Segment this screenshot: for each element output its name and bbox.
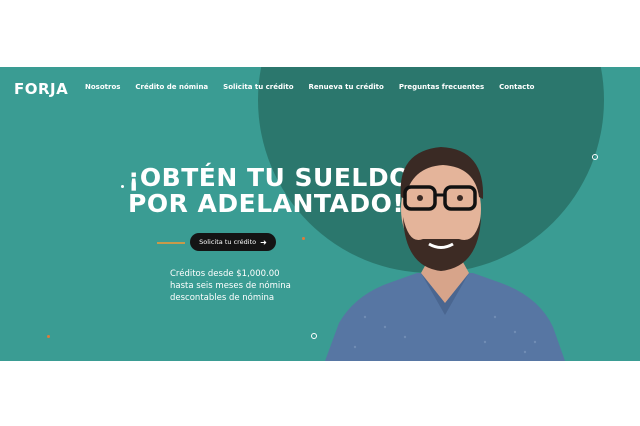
nav-item-renueva-credito[interactable]: Renueva tu crédito [309,83,384,91]
decorative-ring [311,333,317,339]
decorative-line [157,242,185,244]
main-nav: Nosotros Crédito de nómina Solicita tu c… [85,83,549,91]
nav-item-solicita-credito[interactable]: Solicita tu crédito [223,83,293,91]
decorative-ring [592,154,598,160]
decorative-dot [121,185,124,188]
arrow-right-icon: ➜ [260,237,267,247]
nav-item-preguntas-frecuentes[interactable]: Preguntas frecuentes [399,83,484,91]
hero-section: FORJA Nosotros Crédito de nómina Solicit… [0,67,640,361]
decorative-dot [47,335,50,338]
smiling-man-photo [325,147,565,361]
nav-item-contacto[interactable]: Contacto [499,83,534,91]
desc-line-2: hasta seis meses de nómina [170,281,291,291]
nav-item-nosotros[interactable]: Nosotros [85,83,120,91]
cta-label: Solicita tu crédito [199,238,257,246]
decorative-dot [302,237,305,240]
hero-description: Créditos desde $1,000.00 hasta seis mese… [170,268,291,304]
desc-line-1: Créditos desde $1,000.00 [170,269,280,279]
solicita-credito-button[interactable]: Solicita tu crédito ➜ [190,233,276,251]
nav-item-credito-nomina[interactable]: Crédito de nómina [135,83,208,91]
brand-logo[interactable]: FORJA [14,80,68,98]
desc-line-3: descontables de nómina [170,293,275,303]
